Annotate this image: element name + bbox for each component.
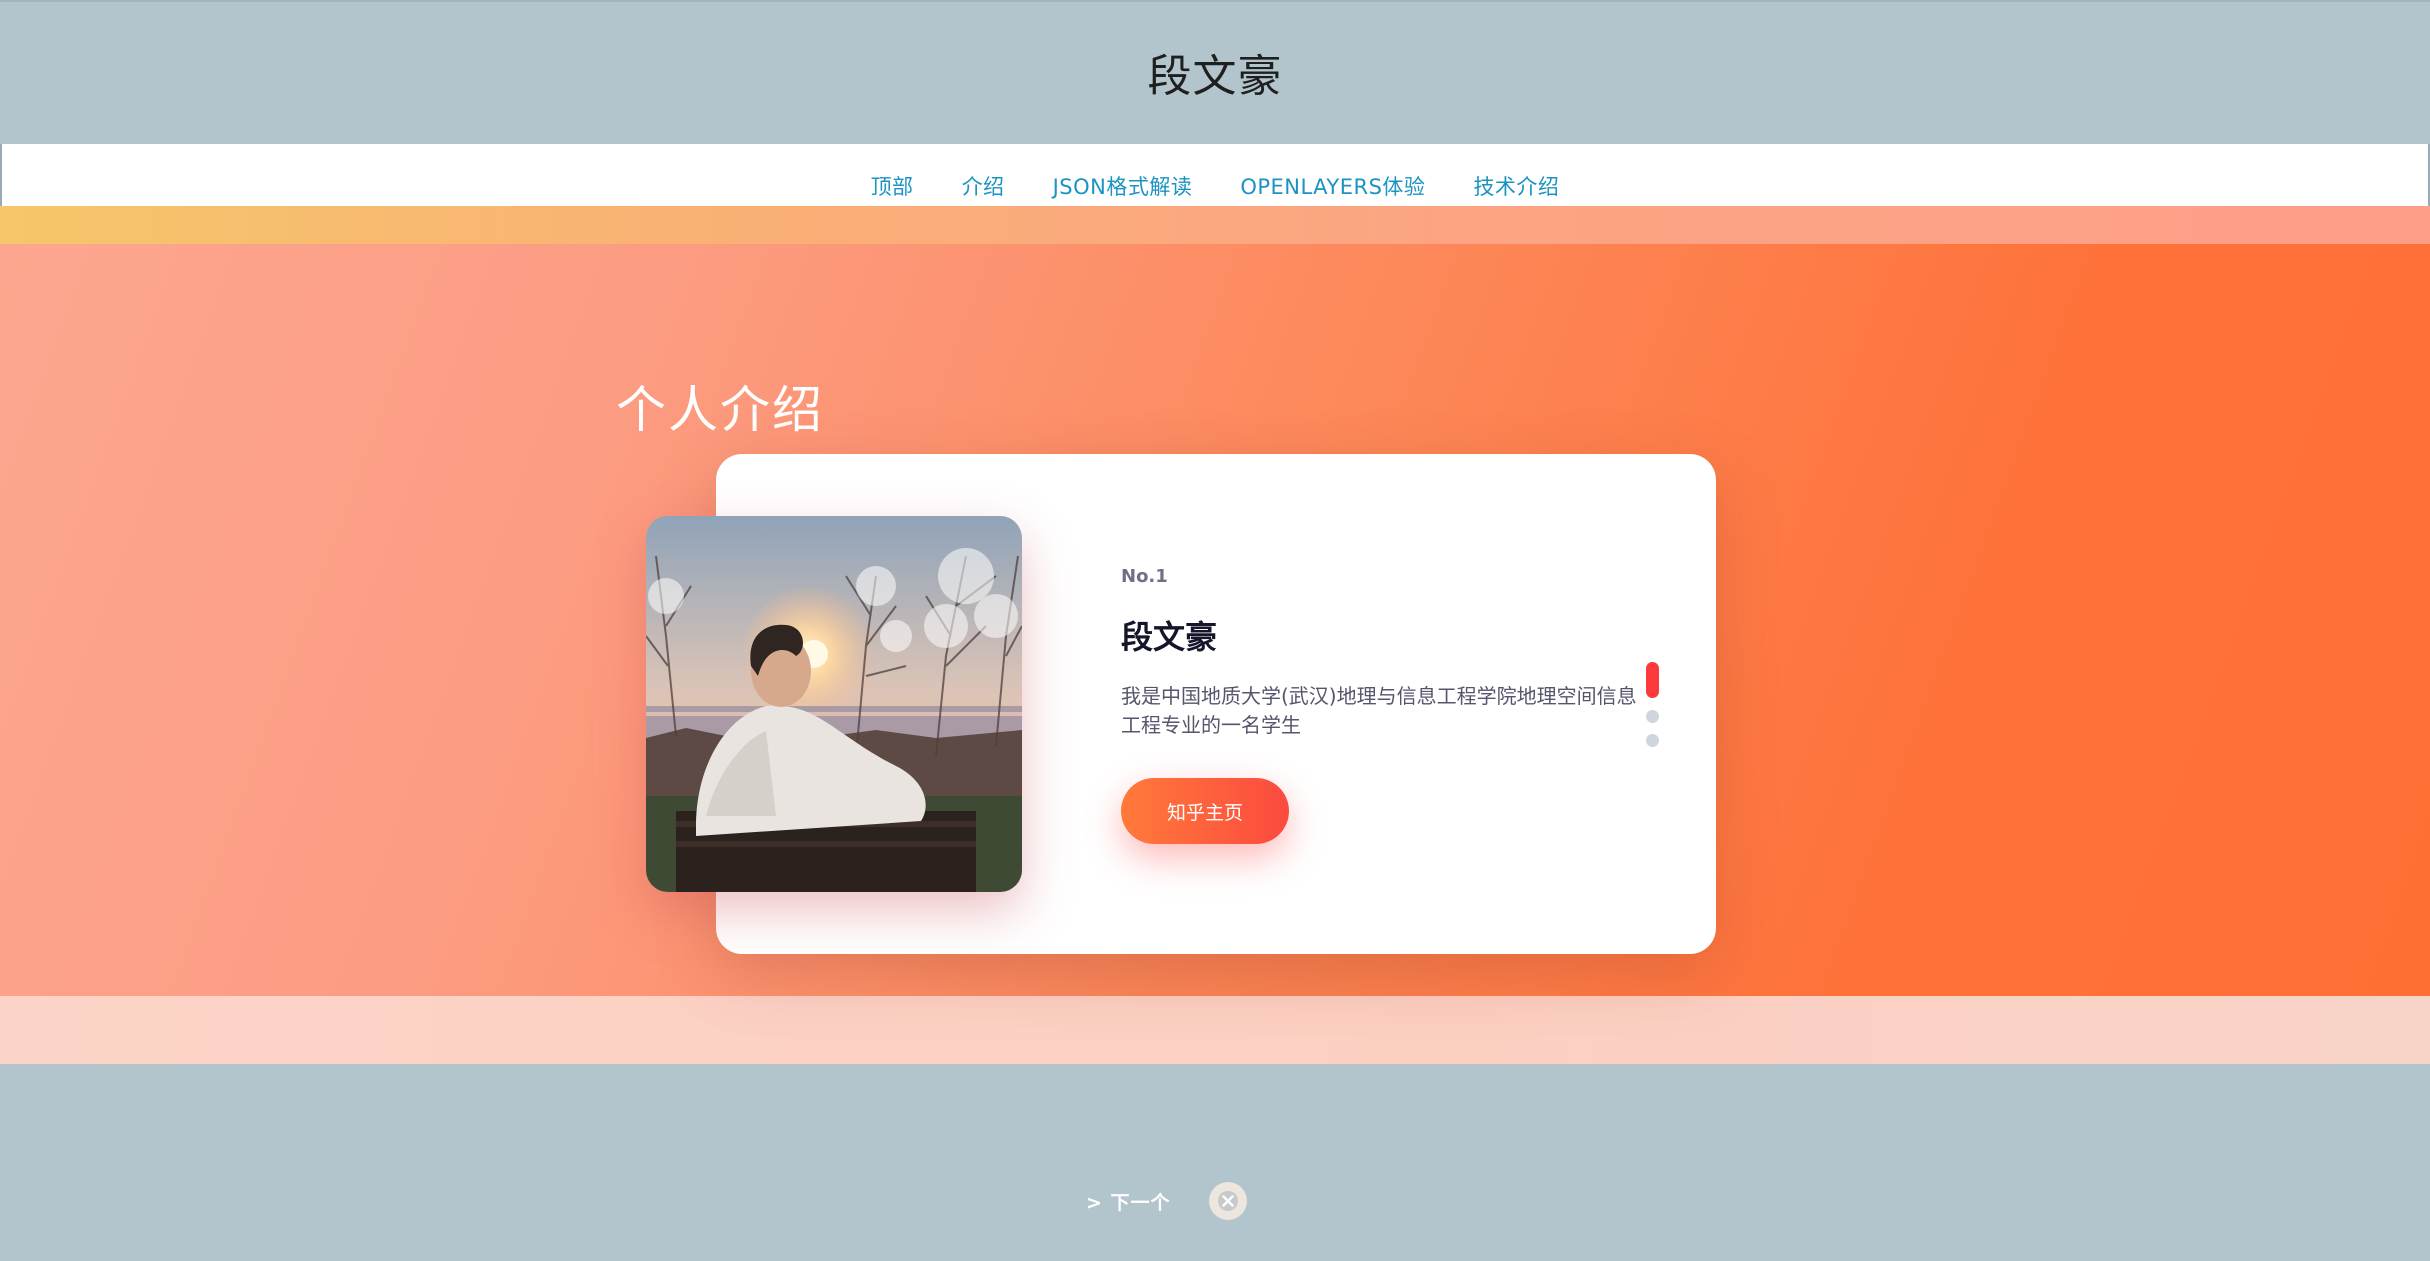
profile-photo <box>646 516 1022 892</box>
pagination-dot-active[interactable] <box>1646 662 1659 698</box>
pagination-dot[interactable] <box>1646 710 1659 723</box>
next-button[interactable]: > 下一个 <box>1086 1188 1171 1215</box>
close-icon <box>1217 1190 1239 1212</box>
nav-item-openlayers[interactable]: OPENLAYERS体验 <box>1240 149 1425 201</box>
card-name: 段文豪 <box>1121 618 1218 656</box>
nav-item-intro[interactable]: 介绍 <box>962 149 1005 201</box>
nav-item-json[interactable]: JSON格式解读 <box>1053 149 1193 201</box>
pagination-dot[interactable] <box>1646 734 1659 747</box>
nav-item-tech[interactable]: 技术介绍 <box>1473 149 1559 201</box>
card-number: No.1 <box>1121 566 1168 587</box>
nav-item-top[interactable]: 顶部 <box>871 149 914 201</box>
card-description: 我是中国地质大学(武汉)地理与信息工程学院地理空间信息工程专业的一名学生 <box>1121 684 1637 737</box>
top-border <box>0 0 2430 2</box>
close-button[interactable] <box>1209 1182 1247 1220</box>
nav-bar: 顶部 介绍 JSON格式解读 OPENLAYERS体验 技术介绍 <box>0 144 2430 206</box>
gradient-stripe-bottom <box>0 996 2430 1064</box>
page-title: 段文豪 <box>1147 51 1283 102</box>
slider-pagination <box>1646 662 1660 758</box>
zhihu-homepage-button[interactable]: 知乎主页 <box>1121 778 1289 844</box>
section-title: 个人介绍 <box>616 381 824 439</box>
gradient-stripe-top <box>0 206 2430 244</box>
